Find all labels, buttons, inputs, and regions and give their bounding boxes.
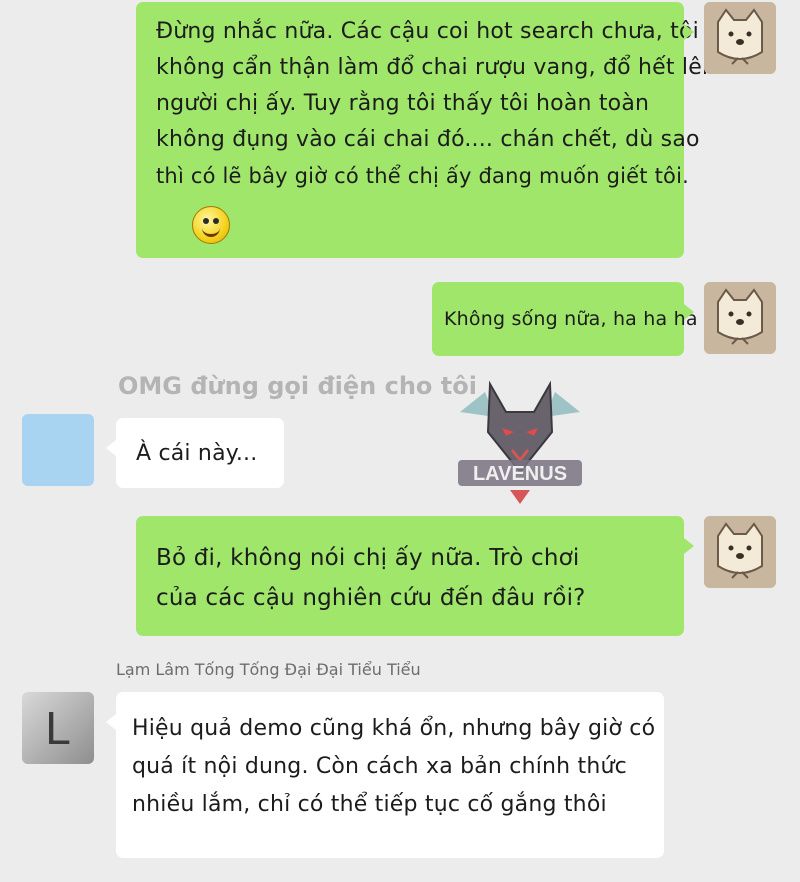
contact-avatar[interactable]: L bbox=[22, 692, 94, 764]
dog-avatar-icon bbox=[704, 2, 776, 74]
message-text-line: không đụng vào cái chai đó.... chán chết… bbox=[156, 127, 700, 152]
message-bubble-outgoing[interactable]: Đừng nhắc nữa. Các cậu coi hot search ch… bbox=[136, 2, 717, 258]
self-avatar[interactable] bbox=[704, 282, 776, 354]
message-text-line: của các cậu nghiên cứu đến đâu rồi? bbox=[156, 585, 586, 611]
sender-name: Lạm Lâm Tống Tống Đại Đại Tiểu Tiểu bbox=[116, 660, 421, 679]
message-text-line: Hiệu quả demo cũng khá ổn, nhưng bây giờ… bbox=[132, 716, 656, 741]
message-text-line: Đừng nhắc nữa. Các cậu coi hot search ch… bbox=[156, 19, 699, 44]
message-text-line: người chị ấy. Tuy rằng tôi thấy tôi hoàn… bbox=[156, 91, 650, 116]
message-text-line: À cái này... bbox=[136, 441, 258, 466]
message-text-line: quá ít nội dung. Còn cách xa bản chính t… bbox=[132, 754, 627, 779]
contact-avatar[interactable] bbox=[22, 414, 94, 486]
self-avatar[interactable] bbox=[704, 2, 776, 74]
message-bubble-incoming[interactable]: À cái này... bbox=[106, 418, 284, 488]
message-bubble-outgoing[interactable]: Không sống nữa, ha ha ha bbox=[432, 282, 698, 356]
watermark-text: LAVENUS bbox=[473, 463, 567, 485]
message-bubble-incoming[interactable]: Hiệu quả demo cũng khá ổn, nhưng bây giờ… bbox=[106, 692, 664, 858]
smiley-emoji-icon bbox=[192, 206, 230, 244]
message-bubble-outgoing[interactable]: Bỏ đi, không nói chị ấy nữa. Trò chơi củ… bbox=[136, 516, 694, 636]
self-avatar[interactable] bbox=[704, 516, 776, 588]
message-text-line: Không sống nữa, ha ha ha bbox=[444, 308, 698, 330]
message-text-line: Bỏ đi, không nói chị ấy nữa. Trò chơi bbox=[156, 545, 580, 571]
dog-avatar-icon bbox=[704, 516, 776, 588]
message-text-line: nhiều lắm, chỉ có thể tiếp tục cố gắng t… bbox=[132, 792, 607, 817]
avatar-letter: L bbox=[45, 702, 71, 754]
message-text-line: không cẩn thận làm đổ chai rượu vang, đổ… bbox=[156, 55, 717, 80]
sender-name: OMG đừng gọi điện cho tôi bbox=[118, 372, 477, 400]
dog-avatar-icon bbox=[704, 282, 776, 354]
wolf-logo-icon: LAVENUS bbox=[458, 380, 582, 504]
message-text-line: thì có lẽ bây giờ có thể chị ấy đang muố… bbox=[156, 164, 689, 188]
